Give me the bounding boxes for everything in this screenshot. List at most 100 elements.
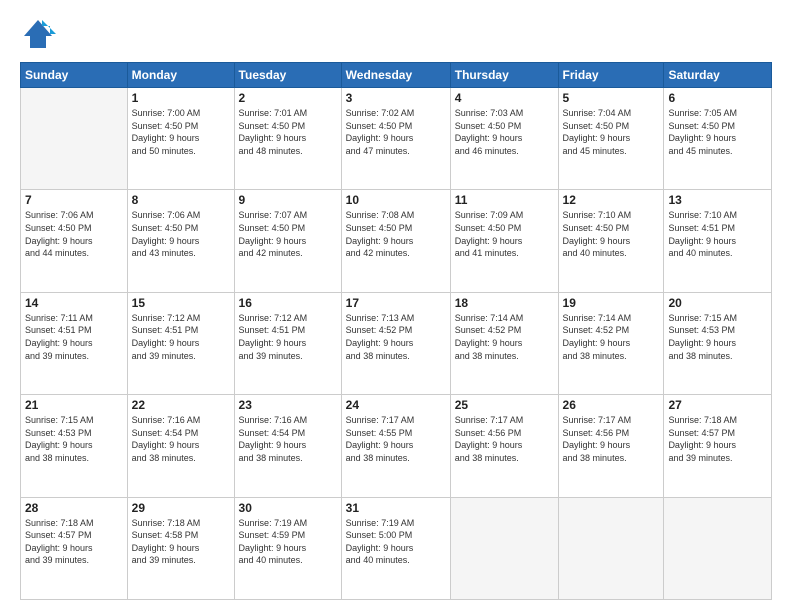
calendar-cell: 22 Sunrise: 7:16 AM Sunset: 4:54 PM Dayli… (127, 395, 234, 497)
calendar-cell: 3Sunrise: 7:02 AM Sunset: 4:50 PM Daylig… (341, 88, 450, 190)
week-row-0: 1 Sunrise: 7:00 AM Sunset: 4:50 PM Daylig… (21, 88, 772, 190)
day-number: 13 (668, 193, 767, 207)
calendar-cell: 19Sunrise: 7:14 AM Sunset: 4:52 PM Dayli… (558, 292, 664, 394)
calendar-table: SundayMondayTuesdayWednesdayThursdayFrid… (20, 62, 772, 600)
calendar-cell: 7 Sunrise: 7:06 AM Sunset: 4:50 PM Daylig… (21, 190, 128, 292)
day-info: Sunrise: 7:18 AM Sunset: 4:58 PM Dayligh… (132, 517, 230, 567)
week-row-1: 7 Sunrise: 7:06 AM Sunset: 4:50 PM Daylig… (21, 190, 772, 292)
calendar-cell: 29 Sunrise: 7:18 AM Sunset: 4:58 PM Dayli… (127, 497, 234, 599)
calendar-cell: 26 Sunrise: 7:17 AM Sunset: 4:56 PM Dayli… (558, 395, 664, 497)
day-number: 25 (455, 398, 554, 412)
calendar-cell: 12 Sunrise: 7:10 AM Sunset: 4:50 PM Dayli… (558, 190, 664, 292)
day-number: 9 (239, 193, 337, 207)
calendar-cell: 20Sunrise: 7:15 AM Sunset: 4:53 PM Dayli… (664, 292, 772, 394)
calendar-cell: 21 Sunrise: 7:15 AM Sunset: 4:53 PM Dayli… (21, 395, 128, 497)
calendar-cell: 16 Sunrise: 7:12 AM Sunset: 4:51 PM Dayli… (234, 292, 341, 394)
calendar-cell (21, 88, 128, 190)
day-number: 29 (132, 501, 230, 515)
weekday-header-thursday: Thursday (450, 63, 558, 88)
calendar-cell: 10 Sunrise: 7:08 AM Sunset: 4:50 PM Dayli… (341, 190, 450, 292)
header (20, 16, 772, 52)
day-info: Sunrise: 7:15 AM Sunset: 4:53 PM Dayligh… (25, 414, 123, 464)
day-info: Sunrise: 7:05 AM Sunset: 4:50 PM Dayligh… (668, 107, 767, 157)
calendar-cell: 6 Sunrise: 7:05 AM Sunset: 4:50 PM Daylig… (664, 88, 772, 190)
calendar-cell: 1 Sunrise: 7:00 AM Sunset: 4:50 PM Daylig… (127, 88, 234, 190)
calendar-cell: 14Sunrise: 7:11 AM Sunset: 4:51 PM Dayli… (21, 292, 128, 394)
calendar-cell: 18 Sunrise: 7:14 AM Sunset: 4:52 PM Dayli… (450, 292, 558, 394)
day-info: Sunrise: 7:17 AM Sunset: 4:56 PM Dayligh… (563, 414, 660, 464)
day-number: 27 (668, 398, 767, 412)
day-number: 11 (455, 193, 554, 207)
day-info: Sunrise: 7:09 AM Sunset: 4:50 PM Dayligh… (455, 209, 554, 259)
day-info: Sunrise: 7:06 AM Sunset: 4:50 PM Dayligh… (132, 209, 230, 259)
calendar-cell: 23 Sunrise: 7:16 AM Sunset: 4:54 PM Dayli… (234, 395, 341, 497)
day-number: 23 (239, 398, 337, 412)
day-number: 21 (25, 398, 123, 412)
calendar-cell: 11 Sunrise: 7:09 AM Sunset: 4:50 PM Dayli… (450, 190, 558, 292)
week-row-3: 21 Sunrise: 7:15 AM Sunset: 4:53 PM Dayli… (21, 395, 772, 497)
calendar-cell: 5Sunrise: 7:04 AM Sunset: 4:50 PM Daylig… (558, 88, 664, 190)
day-info: Sunrise: 7:14 AM Sunset: 4:52 PM Dayligh… (455, 312, 554, 362)
day-number: 1 (132, 91, 230, 105)
day-number: 20 (668, 296, 767, 310)
day-number: 18 (455, 296, 554, 310)
week-row-4: 28Sunrise: 7:18 AM Sunset: 4:57 PM Dayli… (21, 497, 772, 599)
logo-icon (20, 16, 56, 52)
day-info: Sunrise: 7:13 AM Sunset: 4:52 PM Dayligh… (346, 312, 446, 362)
calendar-cell: 28Sunrise: 7:18 AM Sunset: 4:57 PM Dayli… (21, 497, 128, 599)
day-info: Sunrise: 7:06 AM Sunset: 4:50 PM Dayligh… (25, 209, 123, 259)
calendar-cell: 8 Sunrise: 7:06 AM Sunset: 4:50 PM Daylig… (127, 190, 234, 292)
weekday-header-tuesday: Tuesday (234, 63, 341, 88)
day-info: Sunrise: 7:00 AM Sunset: 4:50 PM Dayligh… (132, 107, 230, 157)
calendar-cell: 31 Sunrise: 7:19 AM Sunset: 5:00 PM Dayli… (341, 497, 450, 599)
day-info: Sunrise: 7:19 AM Sunset: 5:00 PM Dayligh… (346, 517, 446, 567)
day-number: 31 (346, 501, 446, 515)
day-info: Sunrise: 7:17 AM Sunset: 4:56 PM Dayligh… (455, 414, 554, 464)
calendar-cell: 4Sunrise: 7:03 AM Sunset: 4:50 PM Daylig… (450, 88, 558, 190)
day-number: 15 (132, 296, 230, 310)
day-number: 6 (668, 91, 767, 105)
day-number: 4 (455, 91, 554, 105)
calendar-cell: 24Sunrise: 7:17 AM Sunset: 4:55 PM Dayli… (341, 395, 450, 497)
calendar-cell: 9 Sunrise: 7:07 AM Sunset: 4:50 PM Daylig… (234, 190, 341, 292)
day-info: Sunrise: 7:10 AM Sunset: 4:50 PM Dayligh… (563, 209, 660, 259)
day-number: 12 (563, 193, 660, 207)
calendar-cell (558, 497, 664, 599)
day-info: Sunrise: 7:11 AM Sunset: 4:51 PM Dayligh… (25, 312, 123, 362)
page: SundayMondayTuesdayWednesdayThursdayFrid… (0, 0, 792, 612)
day-number: 10 (346, 193, 446, 207)
day-number: 5 (563, 91, 660, 105)
calendar-cell: 25 Sunrise: 7:17 AM Sunset: 4:56 PM Dayli… (450, 395, 558, 497)
day-number: 22 (132, 398, 230, 412)
day-info: Sunrise: 7:18 AM Sunset: 4:57 PM Dayligh… (668, 414, 767, 464)
calendar-cell: 15Sunrise: 7:12 AM Sunset: 4:51 PM Dayli… (127, 292, 234, 394)
day-number: 7 (25, 193, 123, 207)
day-info: Sunrise: 7:16 AM Sunset: 4:54 PM Dayligh… (239, 414, 337, 464)
calendar-cell (664, 497, 772, 599)
day-info: Sunrise: 7:01 AM Sunset: 4:50 PM Dayligh… (239, 107, 337, 157)
day-info: Sunrise: 7:19 AM Sunset: 4:59 PM Dayligh… (239, 517, 337, 567)
day-info: Sunrise: 7:17 AM Sunset: 4:55 PM Dayligh… (346, 414, 446, 464)
calendar-cell: 30Sunrise: 7:19 AM Sunset: 4:59 PM Dayli… (234, 497, 341, 599)
day-info: Sunrise: 7:07 AM Sunset: 4:50 PM Dayligh… (239, 209, 337, 259)
weekday-header-sunday: Sunday (21, 63, 128, 88)
day-info: Sunrise: 7:16 AM Sunset: 4:54 PM Dayligh… (132, 414, 230, 464)
weekday-header-row: SundayMondayTuesdayWednesdayThursdayFrid… (21, 63, 772, 88)
day-info: Sunrise: 7:08 AM Sunset: 4:50 PM Dayligh… (346, 209, 446, 259)
calendar-cell: 27 Sunrise: 7:18 AM Sunset: 4:57 PM Dayli… (664, 395, 772, 497)
weekday-header-wednesday: Wednesday (341, 63, 450, 88)
weekday-header-friday: Friday (558, 63, 664, 88)
weekday-header-monday: Monday (127, 63, 234, 88)
day-info: Sunrise: 7:02 AM Sunset: 4:50 PM Dayligh… (346, 107, 446, 157)
day-number: 17 (346, 296, 446, 310)
day-info: Sunrise: 7:12 AM Sunset: 4:51 PM Dayligh… (239, 312, 337, 362)
calendar-cell: 13Sunrise: 7:10 AM Sunset: 4:51 PM Dayli… (664, 190, 772, 292)
day-number: 8 (132, 193, 230, 207)
calendar-cell: 17 Sunrise: 7:13 AM Sunset: 4:52 PM Dayli… (341, 292, 450, 394)
day-number: 26 (563, 398, 660, 412)
calendar-cell: 2 Sunrise: 7:01 AM Sunset: 4:50 PM Daylig… (234, 88, 341, 190)
day-number: 28 (25, 501, 123, 515)
day-number: 2 (239, 91, 337, 105)
day-number: 16 (239, 296, 337, 310)
day-info: Sunrise: 7:14 AM Sunset: 4:52 PM Dayligh… (563, 312, 660, 362)
